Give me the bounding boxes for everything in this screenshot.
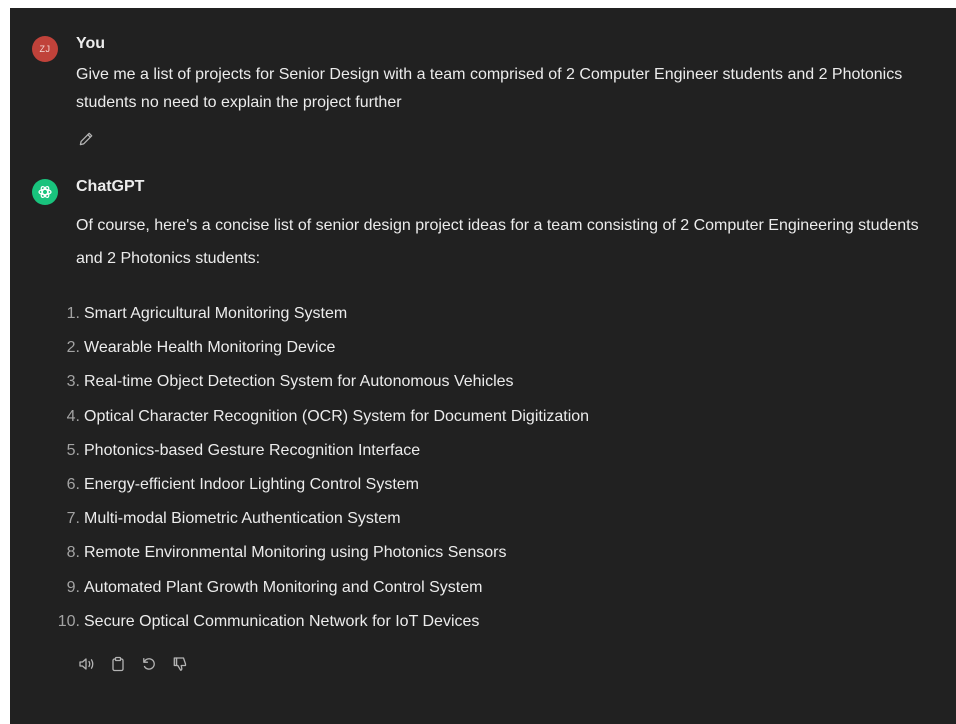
list-item-number: 10.	[57, 612, 80, 630]
message-actions	[76, 653, 191, 675]
clipboard-icon	[110, 656, 126, 672]
thumbs-down-icon	[172, 656, 188, 672]
chat-transcript: ZJ You Give me a list of projects for Se…	[10, 8, 956, 724]
list-item-label: Remote Environmental Monitoring using Ph…	[84, 544, 507, 562]
user-avatar-initials: ZJ	[39, 44, 51, 54]
list-item-label: Optical Character Recognition (OCR) Syst…	[84, 407, 590, 425]
refresh-icon	[141, 656, 157, 672]
list-item: 3. Real-time Object Detection System for…	[10, 372, 956, 406]
list-item-number: 6.	[66, 475, 80, 493]
user-author-name: You	[76, 35, 106, 52]
list-item-label: Smart Agricultural Monitoring System	[84, 305, 348, 322]
read-aloud-button[interactable]	[76, 653, 98, 675]
list-item-number: 8.	[66, 544, 80, 562]
list-item: 9. Automated Plant Growth Monitoring and…	[10, 578, 956, 612]
list-item: 6. Energy-efficient Indoor Lighting Cont…	[10, 475, 956, 509]
chatgpt-avatar	[32, 179, 58, 205]
openai-logo-icon	[37, 184, 53, 200]
edit-message-button[interactable]	[76, 129, 96, 149]
list-item-number: 7.	[66, 510, 80, 528]
user-message-text: Give me a list of projects for Senior De…	[76, 66, 903, 111]
list-item-number: 5.	[66, 441, 80, 459]
assistant-intro-text: Of course, here's a concise list of seni…	[76, 217, 919, 267]
list-item: 5. Photonics-based Gesture Recognition I…	[10, 441, 956, 475]
list-item: 8. Remote Environmental Monitoring using…	[10, 543, 956, 577]
dislike-button[interactable]	[169, 653, 191, 675]
list-item-label: Automated Plant Growth Monitoring and Co…	[84, 578, 483, 596]
copy-button[interactable]	[107, 653, 129, 675]
list-item: 10. Secure Optical Communication Network…	[10, 612, 956, 646]
list-item-label: Secure Optical Communication Network for…	[84, 612, 480, 630]
list-item: 4. Optical Character Recognition (OCR) S…	[10, 407, 956, 441]
list-item-label: Wearable Health Monitoring Device	[84, 339, 336, 357]
list-item-number: 2.	[66, 339, 80, 357]
list-item: 1. Smart Agricultural Monitoring System	[10, 304, 956, 338]
speaker-icon	[78, 656, 96, 672]
list-item: 7. Multi-modal Biometric Authentication …	[10, 509, 956, 543]
list-item-label: Photonics-based Gesture Recognition Inte…	[84, 441, 421, 459]
assistant-author-name: ChatGPT	[76, 178, 145, 195]
list-item-number: 3.	[66, 373, 80, 391]
list-item-number: 1.	[66, 305, 80, 322]
list-item-label: Real-time Object Detection System for Au…	[84, 373, 514, 391]
user-avatar: ZJ	[32, 36, 58, 62]
project-list: 1. Smart Agricultural Monitoring System …	[10, 304, 956, 646]
list-item-number: 4.	[66, 407, 80, 425]
list-item-label: Multi-modal Biometric Authentication Sys…	[84, 510, 401, 528]
regenerate-button[interactable]	[138, 653, 160, 675]
list-item-label: Energy-efficient Indoor Lighting Control…	[84, 475, 419, 493]
pencil-icon	[78, 131, 94, 147]
list-item: 2. Wearable Health Monitoring Device	[10, 338, 956, 372]
list-item-number: 9.	[66, 578, 80, 596]
